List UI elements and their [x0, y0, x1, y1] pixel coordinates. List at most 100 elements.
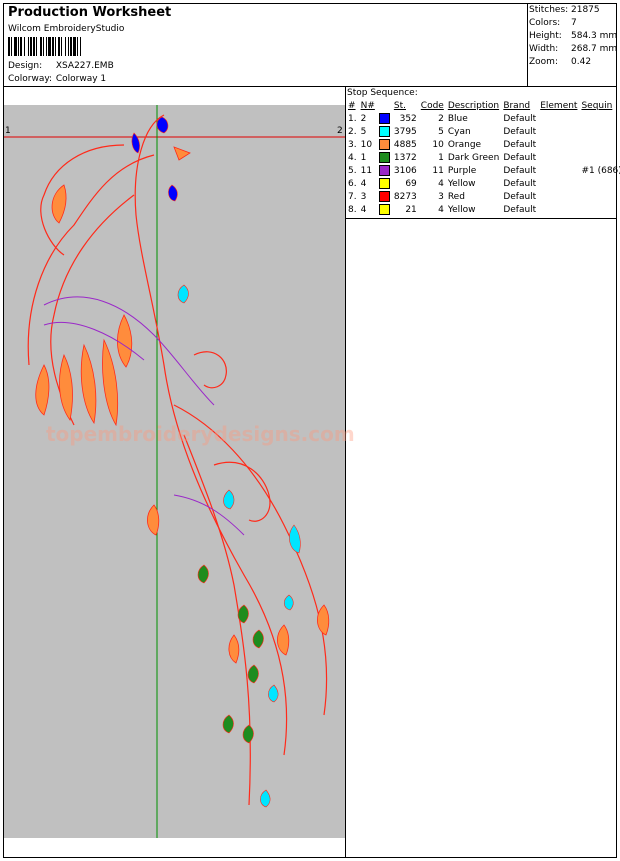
color-swatch	[378, 113, 390, 124]
cell-brand: Default	[503, 191, 537, 202]
swatch-cell	[377, 177, 392, 190]
cell-element	[538, 203, 579, 216]
cell-brand: Default	[503, 113, 537, 124]
cell-num: 5.	[348, 165, 357, 176]
cell-n: 11	[360, 165, 373, 176]
stop-sequence-title: Stop Sequence:	[347, 88, 418, 98]
table-row: 2. 5 3795 5 Cyan Default	[346, 125, 620, 138]
table-row: 5. 11 3106 11 Purple Default #1 (686)	[346, 164, 620, 177]
cell-num: 1.	[348, 113, 357, 124]
col-code-header: Code	[420, 100, 444, 111]
cell-num: 8.	[348, 204, 357, 215]
software-name: Wilcom EmbroideryStudio	[8, 24, 125, 34]
cell-n: 3	[360, 191, 367, 202]
cell-description: Orange	[447, 139, 482, 150]
stat-label: Height:	[529, 31, 562, 41]
cell-num: 7.	[348, 191, 357, 202]
cell-sequin	[579, 203, 620, 216]
table-header-row: # N# St. Code Description Brand Element …	[346, 99, 620, 112]
cell-num: 6.	[348, 178, 357, 189]
cell-n: 4	[360, 178, 367, 189]
cell-description: Red	[447, 191, 465, 202]
cell-brand: Default	[503, 165, 537, 176]
cell-num: 3.	[348, 139, 357, 150]
col-element-header: Element	[540, 100, 578, 111]
cell-sequin	[579, 125, 620, 138]
cell-n: 10	[360, 139, 373, 150]
swatch-cell	[377, 112, 392, 125]
swatch-cell	[377, 203, 392, 216]
table-row: 4. 1 1372 1 Dark Green Default	[346, 151, 620, 164]
cell-code: 4	[438, 204, 444, 215]
cell-n: 4	[360, 204, 367, 215]
cell-element	[538, 125, 579, 138]
stats-divider	[527, 3, 528, 86]
stat-label: Width:	[529, 44, 559, 54]
cell-n: 2	[360, 113, 367, 124]
col-description-header: Description	[447, 100, 500, 111]
cell-sequin	[579, 112, 620, 125]
stat-value: 0.42	[571, 57, 592, 67]
cell-element	[538, 138, 579, 151]
cell-code: 11	[432, 165, 444, 176]
cell-element	[538, 164, 579, 177]
stats-panel: Stitches: 21875 Colors: 7 Height: 584.3 mm …	[529, 5, 617, 70]
cell-code: 2	[438, 113, 444, 124]
stat-label: Stitches:	[529, 5, 569, 15]
color-swatch	[378, 191, 390, 202]
cell-stitches: 21	[405, 204, 417, 215]
cell-brand: Default	[503, 152, 537, 163]
cell-sequin	[579, 177, 620, 190]
barcode-icon	[8, 37, 81, 56]
cell-sequin: #1 (686)	[581, 165, 620, 176]
cell-stitches: 3795	[393, 126, 417, 137]
stat-row: Height: 584.3 mm	[529, 31, 617, 44]
stat-value: 21875	[571, 5, 600, 15]
cell-element	[538, 151, 579, 164]
cell-stitches: 1372	[393, 152, 417, 163]
cell-stitches: 4885	[393, 139, 417, 150]
stat-value: 268.7 mm	[571, 44, 618, 54]
cell-brand: Default	[503, 139, 537, 150]
cell-num: 2.	[348, 126, 357, 137]
end-marker: 2	[337, 126, 343, 136]
cell-stitches: 352	[399, 113, 417, 124]
watermark-text: topembroiderydesigns.com	[46, 422, 355, 446]
cell-code: 5	[438, 126, 444, 137]
design-label: Design:	[8, 61, 43, 71]
cell-n: 5	[360, 126, 367, 137]
cell-description: Yellow	[447, 178, 476, 189]
cell-code: 4	[438, 178, 444, 189]
stop-sequence-table: # N# St. Code Description Brand Element …	[346, 99, 620, 216]
design-value: XSA227.EMB	[55, 61, 114, 71]
stat-value: 584.3 mm	[571, 31, 618, 41]
stat-row: Zoom: 0.42	[529, 57, 617, 70]
col-swatch-header	[377, 99, 392, 112]
cell-brand: Default	[503, 204, 537, 215]
cell-n: 1	[360, 152, 367, 163]
cell-sequin	[579, 138, 620, 151]
color-swatch	[378, 152, 390, 163]
table-row: 1. 2 352 2 Blue Default	[346, 112, 620, 125]
stat-row: Colors: 7	[529, 18, 617, 31]
stat-label: Zoom:	[529, 57, 558, 67]
cell-sequin	[579, 151, 620, 164]
stat-row: Stitches: 21875	[529, 5, 617, 18]
cell-sequin	[579, 190, 620, 203]
swatch-cell	[377, 151, 392, 164]
table-row: 7. 3 8273 3 Red Default	[346, 190, 620, 203]
cell-brand: Default	[503, 126, 537, 137]
cell-brand: Default	[503, 178, 537, 189]
col-n-header: N#	[360, 100, 375, 111]
page-title: Production Worksheet	[8, 5, 172, 20]
cell-code: 1	[438, 152, 444, 163]
sequence-divider	[345, 218, 617, 219]
stat-row: Width: 268.7 mm	[529, 44, 617, 57]
stat-label: Colors:	[529, 18, 561, 28]
colorway-value: Colorway 1	[55, 74, 107, 84]
design-preview: 1 2	[4, 105, 345, 838]
header-divider	[3, 86, 617, 87]
cell-stitches: 8273	[393, 191, 417, 202]
cell-num: 4.	[348, 152, 357, 163]
table-row: 3. 10 4885 10 Orange Default	[346, 138, 620, 151]
